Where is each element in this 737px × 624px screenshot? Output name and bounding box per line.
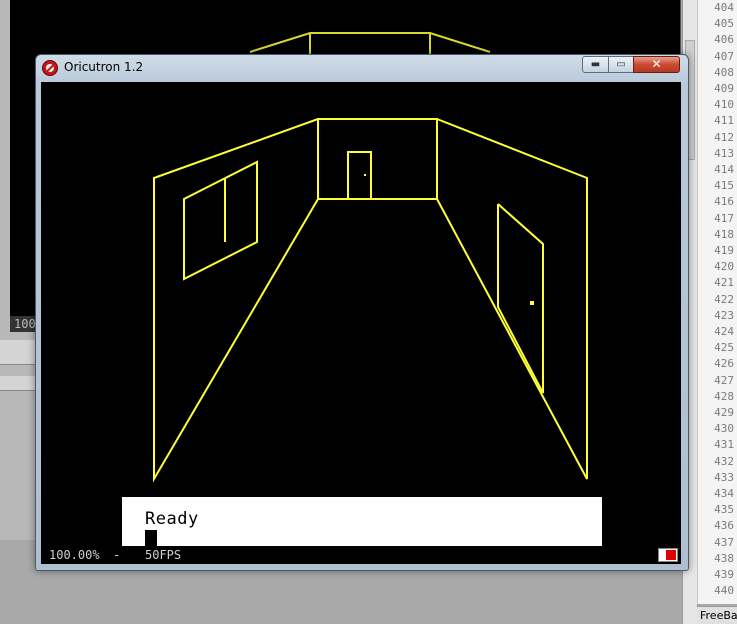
line-number: 419: [714, 244, 734, 257]
fps-readout: 50FPS: [145, 548, 182, 562]
close-button[interactable]: ✕: [633, 56, 680, 73]
line-number: 413: [714, 146, 734, 160]
oricutron-window[interactable]: Oricutron 1.2 ▬ ▭ ✕ Ready 100.00% - 50FP…: [35, 54, 689, 571]
line-number: 406: [714, 33, 734, 47]
line-number: 438: [714, 551, 734, 565]
minimize-button[interactable]: ▬: [582, 56, 609, 73]
line-number: 410: [714, 98, 734, 112]
line-number: 409: [714, 82, 734, 95]
line-number: 407: [714, 49, 734, 63]
taskbar-item[interactable]: FreeBa: [697, 606, 737, 624]
background-panel-strip: [0, 340, 40, 365]
line-number: 405: [714, 17, 734, 31]
background-panel-strip: [0, 376, 40, 391]
back-door-knob: [364, 174, 366, 176]
line-number: 414: [714, 163, 734, 176]
status-bar: 100.00% - 50FPS: [41, 546, 681, 564]
line-number: 420: [714, 260, 734, 274]
text-cursor: [145, 530, 157, 546]
right-wall: [436, 118, 588, 480]
line-number: 433: [714, 470, 734, 484]
line-number: 412: [714, 130, 734, 144]
line-number: 435: [714, 503, 734, 517]
back-door: [347, 151, 372, 200]
title-bar[interactable]: Oricutron 1.2 ▬ ▭ ✕: [36, 55, 688, 81]
line-number: 439: [714, 568, 734, 581]
line-number: 415: [714, 179, 734, 193]
oricutron-app-icon[interactable]: [42, 60, 58, 76]
emulator-screen[interactable]: Ready: [41, 82, 681, 546]
line-number: 427: [714, 373, 734, 387]
maximize-button[interactable]: ▭: [608, 56, 634, 73]
line-number-gutter: 404 405 406 407 408 409 410 411 412 413 414 415 416 4…: [697, 0, 737, 604]
line-number: 432: [714, 454, 734, 468]
line-number: 424: [714, 325, 734, 338]
line-number: 417: [714, 211, 734, 225]
corridor-3d-graphic: [153, 118, 588, 483]
line-number: 434: [714, 487, 734, 500]
line-number: 404: [714, 1, 734, 14]
status-separator: -: [113, 548, 121, 562]
line-number: 423: [714, 308, 734, 322]
line-number: 416: [714, 195, 734, 209]
line-number: 440: [714, 584, 734, 598]
text-mode-area: Ready: [122, 497, 602, 546]
left-window: [183, 160, 258, 281]
right-door-knob: [530, 301, 534, 305]
line-number: 430: [714, 422, 734, 436]
line-number: 411: [714, 114, 734, 128]
line-number: 428: [714, 389, 734, 403]
line-number: 408: [714, 65, 734, 79]
right-door: [497, 203, 544, 394]
led-indicator: [666, 550, 676, 560]
line-number: 418: [714, 227, 734, 241]
zoom-level: 100.00%: [49, 548, 100, 562]
line-number: 421: [714, 276, 734, 290]
line-number: 431: [714, 438, 734, 452]
window-title: Oricutron 1.2: [64, 60, 144, 74]
line-number: 436: [714, 519, 734, 533]
line-number: 429: [714, 406, 734, 419]
line-number: 422: [714, 292, 734, 306]
ready-prompt: Ready: [145, 509, 199, 529]
disk-activity-led: [658, 548, 678, 562]
line-number: 437: [714, 535, 734, 549]
back-wall: [317, 118, 438, 200]
line-number: 426: [714, 357, 734, 371]
line-number: 425: [714, 341, 734, 355]
